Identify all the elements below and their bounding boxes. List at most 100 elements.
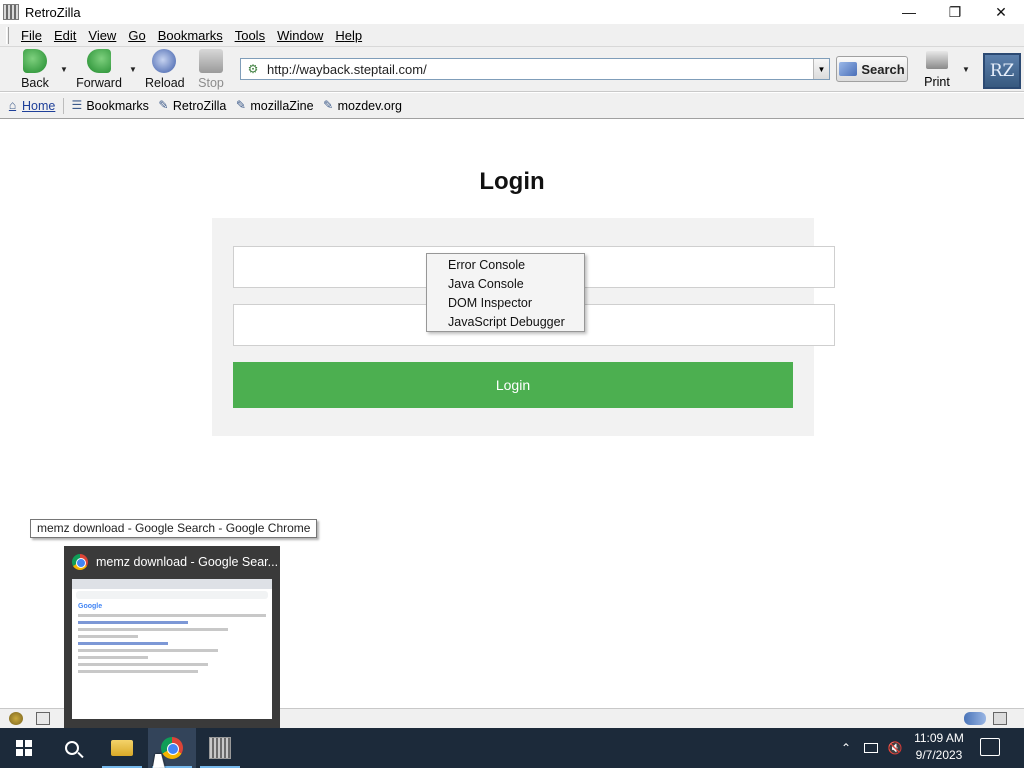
forward-arrow-icon (87, 49, 111, 73)
mouse-cursor-icon (152, 754, 168, 768)
reload-icon (152, 49, 176, 73)
menu-go[interactable]: Go (122, 28, 151, 43)
login-button[interactable]: Login (233, 362, 793, 408)
preview-title: memz download - Google Sear... (96, 554, 279, 569)
action-center-icon[interactable] (980, 738, 1000, 756)
back-history-dropdown[interactable]: ▼ (60, 65, 68, 74)
thumbnail-tabstrip (72, 579, 272, 589)
taskbar-search-button[interactable] (48, 728, 96, 768)
menu-item-java-console[interactable]: Java Console (427, 275, 584, 294)
menu-window[interactable]: Window (271, 28, 329, 43)
bookmark-mozdev[interactable]: ✎ mozdev.org (322, 99, 402, 113)
taskbar-tooltip: memz download - Google Search - Google C… (30, 519, 318, 538)
thumbnail-text-line (78, 670, 198, 673)
bookmark-home[interactable]: ⌂ Home (6, 99, 55, 113)
windows-logo-icon (16, 740, 32, 756)
retrozilla-throbber-logo[interactable]: RZ (983, 53, 1021, 89)
taskbar-window-preview[interactable]: memz download - Google Sear... Google (64, 546, 280, 728)
reload-button[interactable]: Reload (145, 49, 185, 90)
minimize-button[interactable]: — (886, 0, 932, 24)
forward-history-dropdown[interactable]: ▼ (129, 65, 137, 74)
search-label: Search (861, 61, 905, 77)
thumbnail-addressbar (76, 591, 268, 599)
bookmark-home-label: Home (22, 98, 56, 113)
online-status-icon[interactable] (964, 712, 986, 725)
navigator-icon[interactable] (9, 712, 23, 725)
taskbar-retrozilla[interactable] (196, 728, 244, 768)
menu-view[interactable]: View (82, 28, 122, 43)
toolbar-grip[interactable] (6, 26, 9, 44)
stop-button[interactable]: Stop (197, 49, 225, 90)
bookmark-icon: ✎ (235, 98, 246, 112)
chrome-icon (72, 553, 88, 570)
clock-time: 11:09 AM (914, 731, 964, 745)
start-button[interactable] (0, 728, 48, 768)
window-titlebar: RetroZilla — ❐ ✕ (0, 0, 1024, 24)
bookmark-icon: ✎ (323, 98, 334, 112)
thumbnail-text-line (78, 614, 266, 617)
back-label: Back (21, 76, 49, 90)
thumbnail-text-line (78, 642, 168, 645)
bookmark-mozillazine-label: mozillaZine (250, 98, 314, 113)
close-button[interactable]: ✕ (978, 0, 1024, 24)
navigation-toolbar: Back ▼ Forward ▼ Reload Stop ⚙ http://wa… (0, 47, 1024, 92)
stop-label: Stop (198, 76, 224, 90)
forward-label: Forward (76, 76, 122, 90)
thumbnail-text-line (78, 628, 228, 631)
bookmark-bookmarks-menu[interactable]: ☰ Bookmarks (70, 98, 149, 113)
thumbnail-text-line (78, 649, 218, 652)
folder-icon (111, 740, 133, 756)
menu-help[interactable]: Help (329, 28, 368, 43)
menu-item-javascript-debugger[interactable]: JavaScript Debugger (427, 313, 584, 332)
search-button[interactable]: Search (836, 56, 908, 82)
thumbnail-text-line (78, 663, 208, 666)
security-lock-icon (993, 712, 1007, 725)
reload-label: Reload (145, 76, 185, 90)
show-hidden-icons-button[interactable]: ⌃ (838, 728, 854, 768)
menu-bookmarks[interactable]: Bookmarks (152, 28, 229, 43)
bookmark-icon: ✎ (158, 98, 169, 112)
print-button[interactable]: Print (920, 51, 954, 89)
forward-button[interactable]: Forward (76, 49, 122, 90)
search-icon (65, 741, 79, 755)
web-development-submenu: Error Console Java Console DOM Inspector… (426, 253, 585, 332)
thumbnail-text-line (78, 621, 188, 624)
preview-thumbnail[interactable]: Google (72, 579, 272, 719)
page-title: Login (479, 168, 545, 195)
bookmark-bookmarks-label: Bookmarks (86, 98, 149, 113)
printer-icon (926, 51, 948, 69)
clock-date: 9/7/2023 (915, 748, 963, 762)
menu-item-dom-inspector[interactable]: DOM Inspector (427, 294, 584, 313)
thumbnail-text-line (78, 635, 138, 638)
taskbar-file-explorer[interactable] (98, 728, 146, 768)
system-clock[interactable]: 11:09 AM 9/7/2023 (910, 730, 968, 766)
composer-icon[interactable] (36, 712, 50, 725)
print-dropdown[interactable]: ▼ (962, 65, 970, 74)
bookmark-mozillazine[interactable]: ✎ mozillaZine (234, 98, 314, 113)
url-bar[interactable]: ⚙ http://wayback.steptail.com/ ▼ (240, 58, 830, 80)
back-arrow-icon (23, 49, 47, 73)
bookmark-retrozilla-label: RetroZilla (172, 98, 227, 113)
retrozilla-icon (209, 737, 231, 759)
retrozilla-app-icon (3, 4, 19, 20)
menu-tools[interactable]: Tools (229, 28, 271, 43)
back-button[interactable]: Back (21, 49, 49, 90)
menu-item-error-console[interactable]: Error Console (427, 256, 584, 275)
restore-button[interactable]: ❐ (932, 0, 978, 24)
bookmark-mozdev-label: mozdev.org (337, 98, 402, 113)
window-title: RetroZilla (25, 4, 81, 20)
bookmark-retrozilla[interactable]: ✎ RetroZilla (157, 98, 227, 113)
menu-file[interactable]: File (15, 28, 48, 43)
bookmarks-icon: ☰ (71, 98, 83, 112)
bookmarks-separator (63, 97, 65, 114)
bookmarks-toolbar: ⌂ Home ☰ Bookmarks ✎ RetroZilla ✎ mozill… (0, 93, 1024, 119)
url-history-dropdown[interactable]: ▼ (813, 59, 829, 79)
menu-edit[interactable]: Edit (48, 28, 82, 43)
stop-icon (199, 49, 223, 73)
search-icon (839, 62, 858, 76)
volume-muted-icon[interactable]: 🔇 (886, 728, 904, 768)
network-icon[interactable] (862, 728, 880, 768)
site-page-icon: ⚙ (247, 62, 259, 76)
url-input[interactable]: http://wayback.steptail.com/ (267, 62, 813, 77)
thumbnail-google-logo: Google (78, 603, 103, 610)
